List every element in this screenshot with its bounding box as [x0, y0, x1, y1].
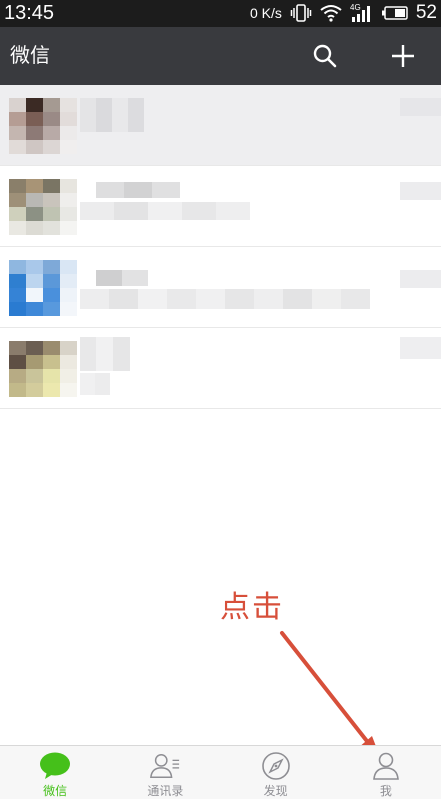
title-bar: 微信 [0, 27, 441, 85]
tab-discover[interactable]: 发现 [221, 746, 331, 799]
chat-list-item[interactable] [0, 85, 441, 166]
avatar [9, 260, 77, 316]
search-button[interactable] [308, 39, 342, 73]
obscured-chat-name [96, 182, 180, 198]
tab-contacts[interactable]: 通讯录 [110, 746, 220, 799]
tab-label: 发现 [263, 784, 288, 798]
wechat-screen: 13:45 0 K/s 4G 52 微信 点击 微信 通讯录 发现 我 [0, 0, 441, 799]
status-icons: 0 K/s 4G 52 [250, 1, 437, 25]
obscured-message-preview [80, 373, 110, 395]
contacts-icon [149, 751, 181, 781]
status-bar: 13:45 0 K/s 4G 52 [0, 0, 441, 27]
bottom-nav: 微信 通讯录 发现 我 [0, 745, 441, 799]
page-title: 微信 [10, 43, 50, 67]
signal-type-label: 4G [350, 3, 361, 12]
obscured-chat-name [96, 270, 148, 286]
compass-icon [260, 751, 292, 781]
battery-percent: 52 [415, 2, 437, 23]
obscured-timestamp [400, 98, 441, 116]
obscured-message-preview [80, 289, 370, 309]
network-speed: 0 K/s [249, 5, 282, 21]
battery-icon [381, 6, 408, 20]
person-icon [370, 751, 402, 781]
tab-chats[interactable]: 微信 [0, 746, 110, 799]
chat-bubble-icon [39, 751, 71, 781]
tab-label: 我 [379, 784, 392, 798]
chat-list-item[interactable] [0, 166, 441, 247]
vibrate-icon [290, 4, 312, 22]
group-avatar [9, 179, 77, 235]
group-avatar [9, 341, 77, 397]
tab-me[interactable]: 我 [331, 746, 441, 799]
add-button[interactable] [386, 39, 420, 73]
group-avatar [9, 98, 77, 154]
search-icon [313, 44, 337, 68]
tab-label: 通讯录 [147, 784, 184, 798]
annotation-label: 点击 [220, 590, 284, 625]
obscured-message-preview [80, 202, 250, 220]
obscured-chat-name [80, 337, 130, 371]
plus-icon [392, 45, 414, 67]
obscured-timestamp [400, 270, 441, 288]
obscured-timestamp [400, 182, 441, 200]
tab-label: 微信 [43, 784, 68, 798]
status-time: 13:45 [4, 2, 55, 24]
wifi-icon [320, 4, 342, 22]
obscured-chat-name [80, 98, 144, 132]
chat-list-item[interactable] [0, 247, 441, 328]
chat-list-item[interactable] [0, 328, 441, 409]
obscured-timestamp [400, 337, 441, 359]
chat-list [0, 85, 441, 413]
cellular-signal-icon: 4G [350, 3, 374, 23]
